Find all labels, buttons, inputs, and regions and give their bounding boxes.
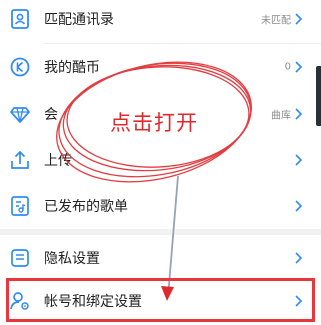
chevron-right-icon	[295, 13, 303, 25]
menu-item-value: 0	[284, 61, 291, 73]
menu-item-my-coins[interactable]: 我的酷币 0	[0, 44, 321, 90]
contact-card-icon	[11, 9, 29, 29]
menu-item-label: 匹配通讯录	[44, 12, 114, 28]
chevron-right-icon	[295, 61, 303, 73]
chevron-right-icon	[295, 154, 303, 166]
scroll-edge-strip	[316, 66, 321, 126]
menu-item-label: 会	[44, 107, 58, 123]
privacy-shield-icon	[11, 249, 29, 267]
chevron-right-icon	[295, 252, 303, 264]
menu-item-upload[interactable]: 上传	[0, 137, 321, 183]
menu-item-value: 曲库	[271, 110, 291, 122]
menu-item-label: 我的酷币	[44, 60, 100, 76]
chevron-right-icon	[295, 200, 303, 212]
highlight-box	[6, 278, 315, 322]
menu-item-label: 隐私设置	[44, 251, 100, 267]
diamond-icon	[10, 107, 30, 123]
chevron-right-icon	[295, 108, 303, 120]
menu-item-value: 未匹配	[261, 15, 291, 27]
menu-item-label: 上传	[44, 153, 72, 169]
menu-item-published-playlists[interactable]: 已发布的歌单	[0, 183, 321, 229]
annotation-text: 点击打开	[110, 111, 198, 135]
menu-item-match-contacts[interactable]: 匹配通讯录 未匹配	[0, 0, 321, 42]
playlist-icon	[11, 196, 29, 216]
menu-item-privacy-settings[interactable]: 隐私设置	[0, 235, 321, 281]
upload-icon	[11, 150, 29, 169]
coin-icon	[10, 57, 30, 77]
menu-item-label: 已发布的歌单	[44, 199, 128, 215]
